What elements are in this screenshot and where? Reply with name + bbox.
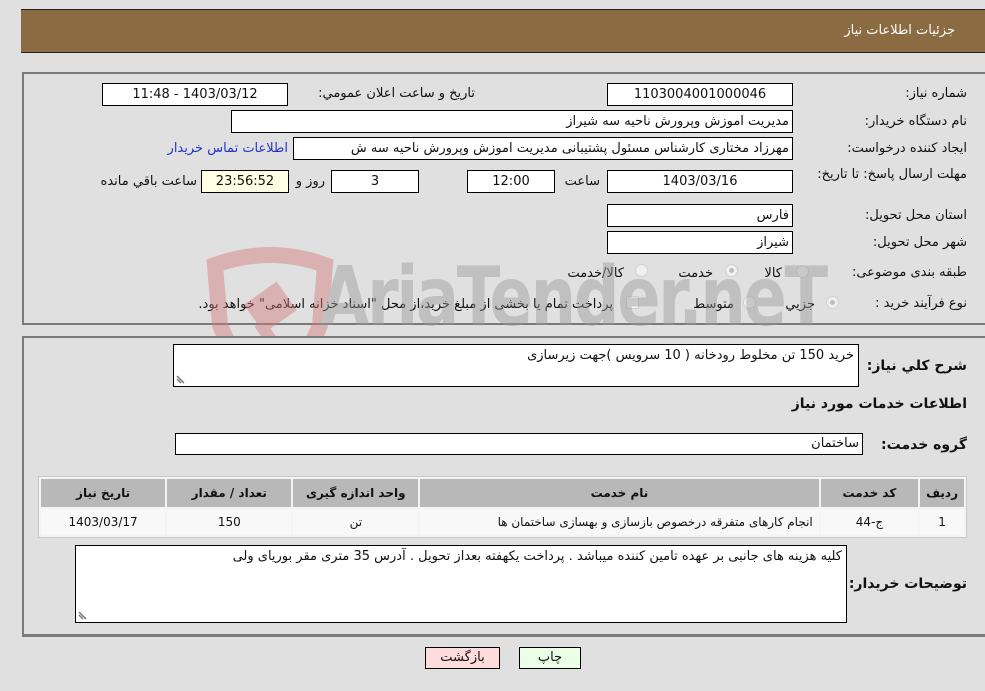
cell-unit: تن [293, 509, 419, 535]
deadline-label: مهلت ارسال پاسخ: تا تاریخ: [817, 167, 967, 182]
buyer-org-field[interactable]: مدیریت اموزش وپرورش ناحیه سه شیراز [231, 110, 793, 133]
remaining-days-field[interactable]: 3 [331, 170, 419, 193]
cell-quantity: 150 [167, 509, 292, 535]
page-title: جزئیات اطلاعات نیاز [844, 23, 955, 38]
remaining-time-field: 23:56:52 [201, 170, 289, 193]
deadline-time-field[interactable]: 12:00 [467, 170, 555, 193]
need-number-field[interactable]: 1103004001000046 [607, 83, 793, 106]
resize-grip-icon[interactable] [78, 610, 88, 620]
need-number-label: شماره نیاز: [905, 86, 967, 101]
divider [22, 636, 985, 637]
category-goods-label: کالا [764, 266, 782, 281]
treasury-checkbox[interactable] [626, 296, 639, 309]
process-medium-radio[interactable] [743, 296, 756, 309]
col-service-name: نام خدمت [420, 479, 819, 507]
buyer-notes-label: توضیحات خریدار: [848, 576, 967, 592]
col-row-number: ردیف [920, 479, 964, 507]
creator-label: ایجاد کننده درخواست: [847, 141, 967, 156]
category-goods-service-label: کالا/خدمت [567, 266, 624, 281]
deadline-time-label: ساعت [564, 174, 600, 189]
col-need-date: تاریخ نیاز [41, 479, 166, 507]
days-label: روز و [295, 174, 325, 189]
treasury-note: پرداخت تمام یا بخشی از مبلغ خرید،از محل … [198, 297, 613, 312]
category-service-label: خدمت [678, 266, 713, 281]
buyer-notes-textarea[interactable]: کلیه هزینه های جانبی بر عهده تامین کننده… [75, 545, 847, 623]
process-minor-label: جزيي [785, 297, 815, 312]
cell-service-code: ج-44 [820, 509, 919, 535]
service-group-field[interactable]: ساختمان [175, 433, 863, 455]
remaining-label: ساعت باقي مانده [100, 174, 197, 189]
category-label: طبقه بندی موضوعی: [851, 265, 967, 280]
process-medium-label: متوسط [693, 297, 734, 312]
table-header-row: ردیف کد خدمت نام خدمت واحد اندازه گیری ت… [41, 479, 964, 507]
description-label: شرح کلي نياز: [866, 358, 967, 374]
service-group-label: گروه خدمت: [881, 437, 967, 453]
col-service-code: کد خدمت [820, 479, 919, 507]
creator-field[interactable]: مهرزاد مختاری کارشناس مسئول پشتیبانی مدی… [293, 137, 793, 160]
services-heading: اطلاعات خدمات مورد نياز [791, 396, 967, 412]
cell-service-name: انجام کارهای متفرقه درخصوص بازسازی و بهس… [420, 509, 819, 535]
page-header: جزئیات اطلاعات نیاز [21, 9, 985, 53]
category-goods-radio[interactable] [796, 265, 809, 278]
items-table-wrapper: ردیف کد خدمت نام خدمت واحد اندازه گیری ت… [38, 476, 967, 538]
buyer-org-label: نام دستگاه خریدار: [864, 114, 967, 129]
deadline-date-field[interactable]: 1403/03/16 [607, 170, 793, 193]
table-row: 1 ج-44 انجام کارهای متفرقه درخصوص بازساز… [41, 509, 964, 535]
process-minor-radio[interactable] [826, 296, 839, 309]
items-table: ردیف کد خدمت نام خدمت واحد اندازه گیری ت… [38, 476, 967, 538]
category-service-radio[interactable] [725, 264, 738, 277]
process-type-label: نوع فرآیند خرید : [875, 296, 967, 311]
city-field[interactable]: شیراز [607, 231, 793, 254]
announce-datetime-field[interactable]: 1403/03/12 - 11:48 [102, 83, 288, 106]
description-textarea[interactable]: خرید 150 تن مخلوط رودخانه ( 10 سرویس )جه… [173, 344, 859, 387]
resize-grip-icon[interactable] [176, 374, 186, 384]
col-unit: واحد اندازه گیری [293, 479, 419, 507]
category-goods-service-radio[interactable] [635, 264, 648, 277]
buyer-contact-link[interactable]: اطلاعات تماس خریدار [168, 141, 288, 156]
cell-row-number: 1 [920, 509, 964, 535]
col-quantity: تعداد / مقدار [167, 479, 292, 507]
province-field[interactable]: فارس [607, 204, 793, 227]
city-label: شهر محل تحویل: [872, 235, 967, 250]
print-button[interactable]: چاپ [519, 647, 581, 669]
announce-label: تاریخ و ساعت اعلان عمومي: [318, 86, 475, 101]
province-label: استان محل تحویل: [865, 208, 967, 223]
cell-need-date: 1403/03/17 [41, 509, 166, 535]
description-text: خرید 150 تن مخلوط رودخانه ( 10 سرویس )جه… [527, 348, 854, 363]
back-button[interactable]: بازگشت [425, 647, 500, 669]
buyer-notes-text: کلیه هزینه های جانبی بر عهده تامین کننده… [232, 549, 842, 564]
